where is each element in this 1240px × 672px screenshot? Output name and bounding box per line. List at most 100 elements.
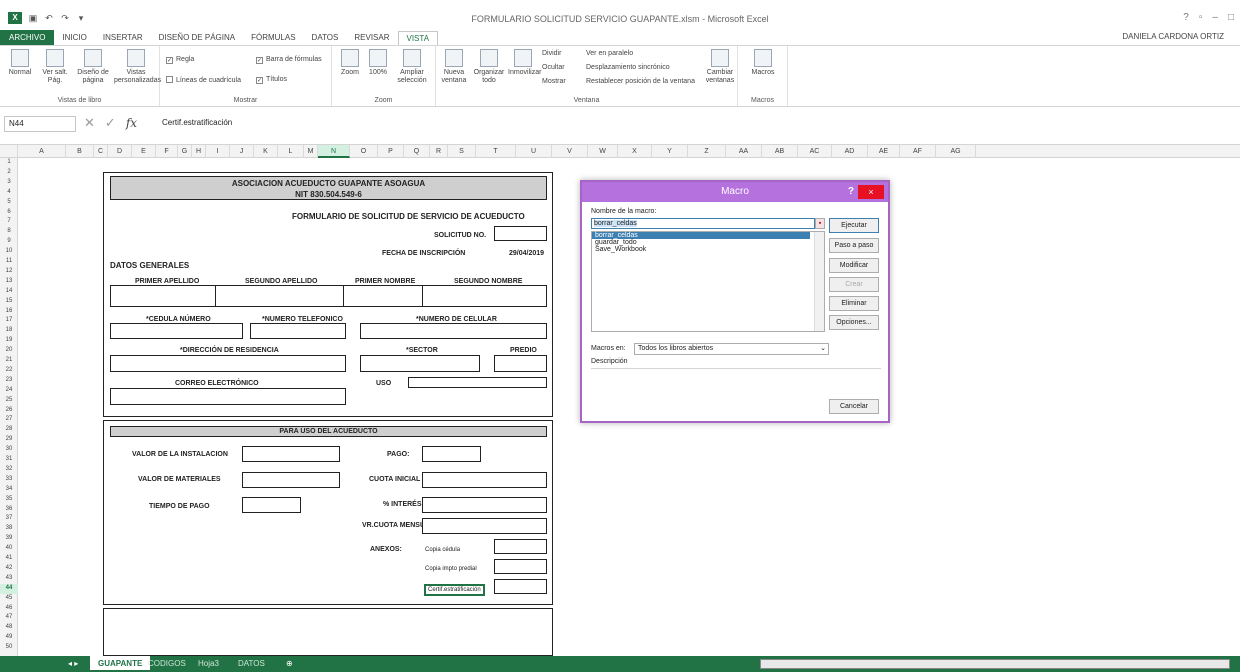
macro-list[interactable]: borrar_celdas guardar_todo Save_Workbook: [591, 231, 825, 332]
row-header-13[interactable]: 13: [0, 277, 18, 287]
column-header-b[interactable]: B: [66, 145, 94, 158]
row-header-2[interactable]: 2: [0, 168, 18, 178]
pago-field[interactable]: [422, 446, 481, 462]
certif-field[interactable]: [494, 579, 547, 594]
name-box[interactable]: N44: [4, 116, 76, 132]
column-header-w[interactable]: W: [588, 145, 618, 158]
row-header-25[interactable]: 25: [0, 396, 18, 406]
delete-button[interactable]: Eliminar: [829, 296, 879, 311]
column-header-v[interactable]: V: [552, 145, 588, 158]
column-header-ad[interactable]: AD: [832, 145, 868, 158]
row-header-31[interactable]: 31: [0, 455, 18, 465]
user-name[interactable]: DANIELA CARDONA ORTIZ: [1122, 32, 1224, 41]
row-header-23[interactable]: 23: [0, 376, 18, 386]
cancel-button[interactable]: Cancelar: [829, 399, 879, 414]
row-header-27[interactable]: 27: [0, 415, 18, 425]
gridlines-checkbox[interactable]: Líneas de cuadrícula: [166, 76, 241, 84]
column-header-k[interactable]: K: [254, 145, 278, 158]
insert-function-icon[interactable]: fx: [126, 116, 137, 130]
tab-datos[interactable]: DATOS: [304, 30, 347, 45]
row-header-3[interactable]: 3: [0, 178, 18, 188]
enter-icon[interactable]: ✓: [105, 115, 116, 131]
tab-revisar[interactable]: REVISAR: [346, 30, 397, 45]
cuota-mensual-field[interactable]: [422, 518, 547, 534]
horizontal-scrollbar[interactable]: [760, 659, 1230, 669]
add-sheet-icon[interactable]: ⊕: [278, 656, 301, 672]
tab-vista[interactable]: VISTA: [397, 31, 439, 45]
run-button[interactable]: Ejecutar: [829, 218, 879, 233]
sector-field[interactable]: [360, 355, 480, 372]
row-header-47[interactable]: 47: [0, 613, 18, 623]
hide-button[interactable]: Ocultar: [542, 64, 565, 71]
column-header-j[interactable]: J: [230, 145, 254, 158]
row-header-12[interactable]: 12: [0, 267, 18, 277]
freeze-panes-button[interactable]: Inmovilizar: [508, 49, 541, 77]
correo-field[interactable]: [110, 388, 346, 405]
switch-windows-button[interactable]: Cambiar ventanas: [704, 49, 736, 85]
cedula-field[interactable]: [110, 323, 243, 339]
row-header-15[interactable]: 15: [0, 297, 18, 307]
row-header-45[interactable]: 45: [0, 594, 18, 604]
row-header-8[interactable]: 8: [0, 227, 18, 237]
solicitud-field[interactable]: [494, 226, 547, 241]
sync-scroll-button[interactable]: Desplazamiento sincrónico: [586, 64, 670, 71]
row-header-39[interactable]: 39: [0, 534, 18, 544]
uso-field[interactable]: [408, 377, 547, 388]
column-header-r[interactable]: R: [430, 145, 448, 158]
row-header-29[interactable]: 29: [0, 435, 18, 445]
formula-input[interactable]: Certif.estratificación: [162, 118, 232, 127]
valor-instalacion-field[interactable]: [242, 446, 340, 462]
row-header-28[interactable]: 28: [0, 425, 18, 435]
row-header-36[interactable]: 36: [0, 505, 18, 515]
zoom-100-button[interactable]: 100%: [366, 49, 390, 77]
page-break-view-button[interactable]: Ver salt. Pág.: [38, 49, 72, 85]
column-header-i[interactable]: I: [206, 145, 230, 158]
row-header-26[interactable]: 26: [0, 406, 18, 416]
column-header-n[interactable]: N: [318, 145, 350, 158]
column-header-g[interactable]: G: [178, 145, 192, 158]
column-header-u[interactable]: U: [516, 145, 552, 158]
column-header-ae[interactable]: AE: [868, 145, 900, 158]
row-header-42[interactable]: 42: [0, 564, 18, 574]
row-header-6[interactable]: 6: [0, 208, 18, 218]
custom-views-button[interactable]: Vistas personalizadas: [114, 49, 161, 85]
tab-inicio[interactable]: INICIO: [54, 30, 94, 45]
row-header-24[interactable]: 24: [0, 386, 18, 396]
sheet-tab-hoja3[interactable]: Hoja3: [190, 656, 227, 672]
normal-view-button[interactable]: Normal: [4, 49, 36, 77]
row-header-48[interactable]: 48: [0, 623, 18, 633]
macro-list-scrollbar[interactable]: [814, 232, 824, 331]
primer-apellido-field[interactable]: [110, 285, 216, 307]
row-header-40[interactable]: 40: [0, 544, 18, 554]
row-header-37[interactable]: 37: [0, 514, 18, 524]
split-button[interactable]: Dividir: [542, 50, 561, 57]
row-header-30[interactable]: 30: [0, 445, 18, 455]
column-header-s[interactable]: S: [448, 145, 476, 158]
help-icon[interactable]: ?: [1183, 12, 1189, 23]
column-header-x[interactable]: X: [618, 145, 652, 158]
row-header-4[interactable]: 4: [0, 188, 18, 198]
reference-icon[interactable]: ▪: [815, 218, 825, 229]
row-header-14[interactable]: 14: [0, 287, 18, 297]
predio-field[interactable]: [494, 355, 547, 372]
column-header-z[interactable]: Z: [688, 145, 726, 158]
column-header-ac[interactable]: AC: [798, 145, 832, 158]
side-by-side-button[interactable]: Ver en paralelo: [586, 50, 633, 57]
tab-diseno[interactable]: DISEÑO DE PÁGINA: [151, 30, 243, 45]
row-header-41[interactable]: 41: [0, 554, 18, 564]
telefono-field[interactable]: [250, 323, 346, 339]
column-header-p[interactable]: P: [378, 145, 404, 158]
row-header-16[interactable]: 16: [0, 307, 18, 317]
row-header-19[interactable]: 19: [0, 336, 18, 346]
row-header-17[interactable]: 17: [0, 316, 18, 326]
page-layout-view-button[interactable]: Diseño de página: [74, 49, 112, 85]
select-all-corner[interactable]: [0, 145, 18, 158]
row-header-21[interactable]: 21: [0, 356, 18, 366]
certif-selected-cell[interactable]: Certif.estratificación: [424, 584, 485, 596]
column-header-m[interactable]: M: [304, 145, 318, 158]
macro-list-item[interactable]: borrar_celdas: [592, 232, 810, 239]
row-header-11[interactable]: 11: [0, 257, 18, 267]
step-into-button[interactable]: Paso a paso: [829, 238, 879, 253]
macros-in-select[interactable]: Todos los libros abiertos ⌄: [634, 343, 829, 355]
row-header-32[interactable]: 32: [0, 465, 18, 475]
